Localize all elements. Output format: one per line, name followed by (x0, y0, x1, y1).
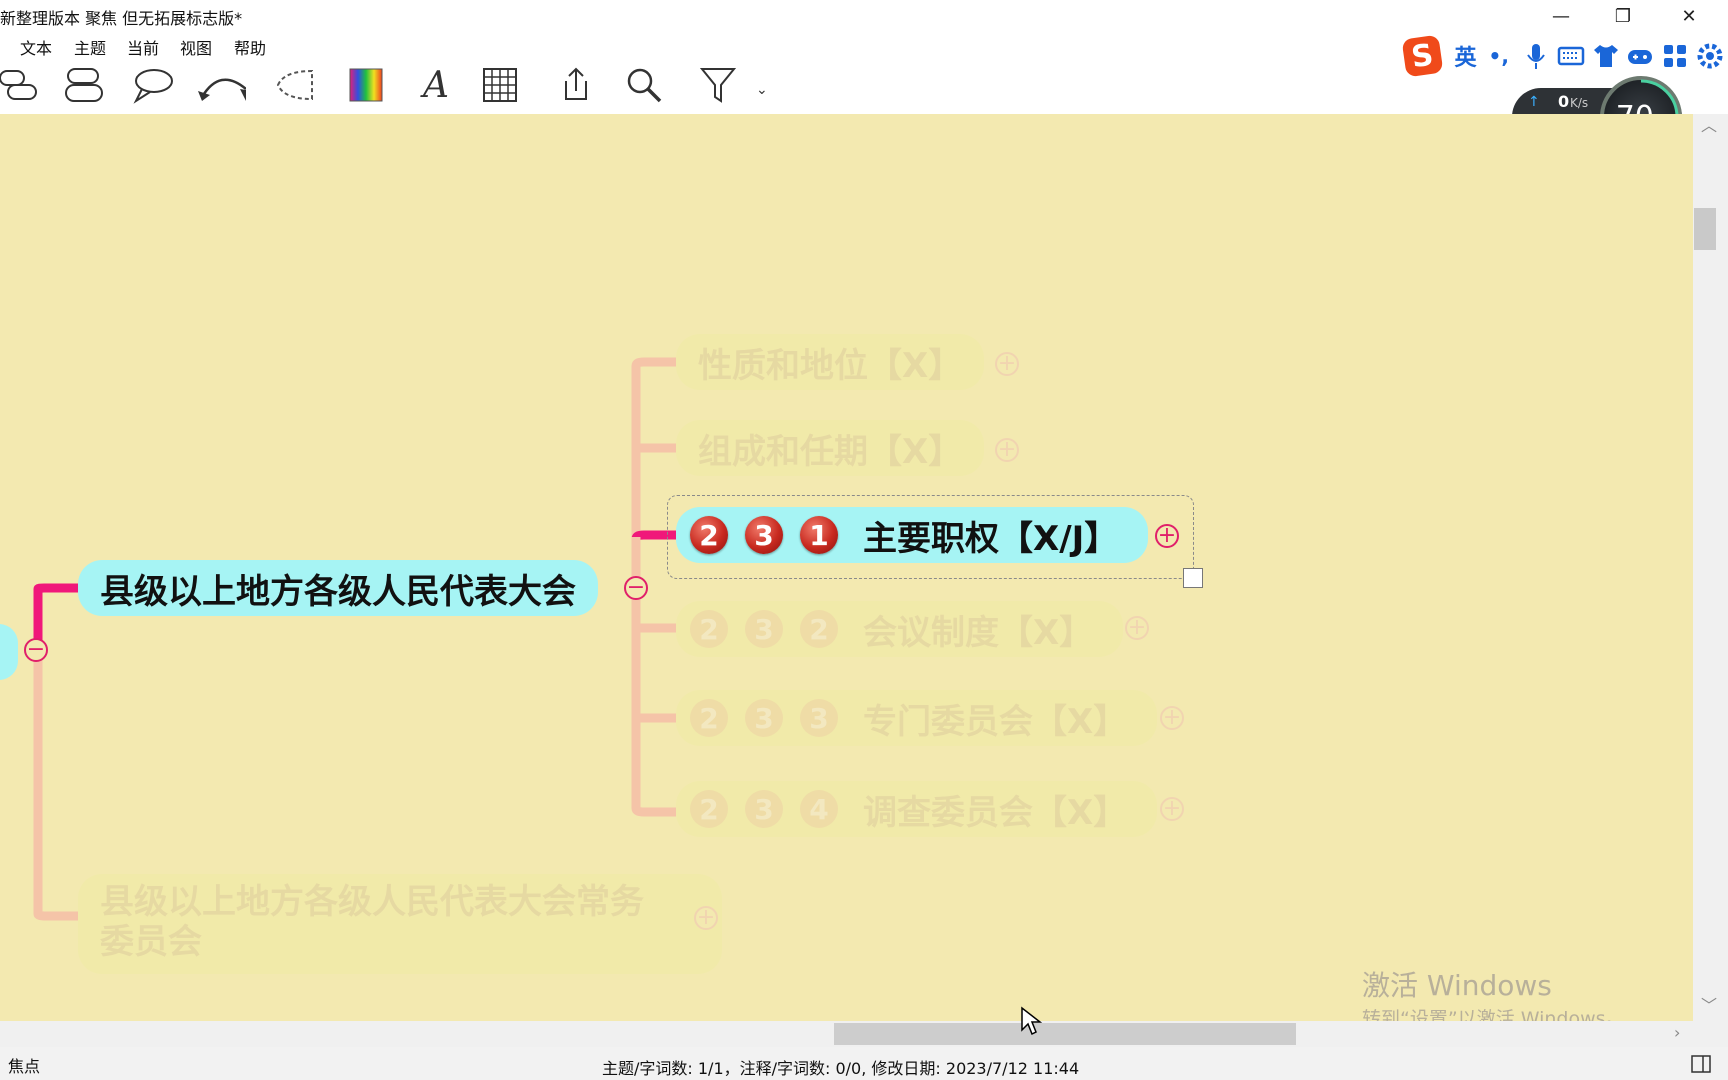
child-topic-label: 会议制度【X】 (863, 612, 1094, 653)
scroll-up-icon[interactable]: ︿ (1701, 112, 1717, 136)
horizontal-scroll-thumb[interactable] (834, 1023, 1296, 1045)
center-topic-label: 县级以上地方各级人民代表大会 (100, 571, 576, 612)
expand-child-button[interactable]: + (1160, 797, 1184, 821)
boundary-icon[interactable] (270, 60, 322, 110)
scroll-right-icon[interactable]: › (1674, 1023, 1680, 1042)
priority-badge-icon: 2 (690, 790, 728, 828)
child-topic-label: 调查委员会【X】 (863, 792, 1128, 833)
child-topic[interactable]: 2 3 2 会议制度【X】 (676, 601, 1124, 657)
priority-badge-icon: 2 (690, 610, 728, 648)
priority-badge-icon: 3 (800, 699, 838, 737)
priority-badge-icon: 2 (800, 610, 838, 648)
export-icon[interactable] (550, 60, 602, 110)
priority-badge-icon: 2 (690, 699, 728, 737)
mindmap-canvas[interactable]: − 县级以上地方各级人民代表大会 − 县级以上地方各级人民代表大会常务委员会 +… (0, 114, 1693, 1021)
status-mode: 焦点 (8, 1057, 41, 1076)
toolbox-icon[interactable] (1660, 41, 1689, 71)
activation-watermark-title: 激活 Windows (1362, 969, 1552, 1002)
filter-icon[interactable] (692, 60, 744, 110)
child-topic-label: 性质和地位【X】 (698, 345, 963, 386)
child-topic[interactable]: 性质和地位【X】 (676, 334, 985, 390)
status-info: 主题/字词数: 1/1，注释/字词数: 0/0, 修改日期: 2023/7/12… (602, 1059, 1080, 1078)
window-title: 新整理版本 聚焦 但无拓展标志版* (0, 9, 243, 28)
expand-child-button[interactable]: + (995, 438, 1019, 462)
vertical-scrollbar[interactable]: ︿ ﹀ (1693, 114, 1728, 1021)
priority-badge-icon: 4 (800, 790, 838, 828)
ime-punct-toggle[interactable]: •, (1489, 44, 1509, 68)
settings-icon[interactable] (1695, 41, 1724, 71)
expand-child-button[interactable]: + (1155, 524, 1179, 548)
collapse-center-button[interactable]: − (624, 576, 648, 600)
scroll-down-icon[interactable]: ﹀ (1701, 992, 1717, 1016)
callout-icon[interactable] (126, 60, 178, 110)
subtopic-shape-icon[interactable] (58, 60, 110, 110)
minimize-button[interactable]: — (1532, 0, 1590, 32)
priority-badge-icon: 3 (745, 790, 783, 828)
priority-badge-icon: 3 (745, 610, 783, 648)
child-topic-label: 专门委员会【X】 (863, 701, 1128, 742)
ime-lang-toggle[interactable]: 英 (1455, 40, 1477, 72)
mouse-cursor-icon (1021, 1006, 1042, 1036)
activation-watermark-hint: 转到“设置”以激活 Windows。 (1362, 1008, 1625, 1021)
skin-icon[interactable] (1591, 41, 1620, 71)
menu-current[interactable]: 当前 (127, 35, 159, 59)
title-bar: 新整理版本 聚焦 但无拓展标志版* — ❐ ✕ (0, 0, 1728, 32)
expand-child-button[interactable]: + (995, 352, 1019, 376)
ime-toolbar: S 英 •, (1401, 34, 1724, 78)
status-bar: 焦点 主题/字词数: 1/1，注释/字词数: 0/0, 修改日期: 2023/7… (0, 1047, 1728, 1080)
microphone-icon[interactable] (1521, 41, 1550, 71)
game-icon[interactable] (1625, 41, 1654, 71)
menu-help[interactable]: 帮助 (234, 35, 266, 59)
search-icon[interactable] (618, 60, 670, 110)
center-topic[interactable]: 县级以上地方各级人民代表大会 (78, 560, 598, 616)
child-topic-label: 组成和任期【X】 (698, 431, 963, 472)
menu-view[interactable]: 视图 (180, 35, 212, 59)
table-icon[interactable] (474, 60, 526, 110)
color-gradient-icon[interactable] (340, 60, 392, 110)
panel-toggle-icon[interactable] (1690, 1053, 1712, 1075)
upload-arrow-icon: ↑ (1528, 94, 1540, 110)
toolbar-overflow-icon[interactable]: ⌄ (756, 82, 768, 98)
close-button[interactable]: ✕ (1660, 0, 1718, 32)
font-icon[interactable]: A (410, 60, 462, 110)
topic-shape-icon[interactable] (0, 60, 46, 110)
vertical-scroll-thumb[interactable] (1694, 208, 1716, 250)
menu-text[interactable]: 文本 (20, 35, 52, 59)
selection-frame (667, 495, 1194, 579)
relationship-icon[interactable] (194, 60, 246, 110)
upload-unit: K/s (1570, 96, 1589, 110)
expand-child-button[interactable]: + (1125, 616, 1149, 640)
sibling-topic[interactable]: 县级以上地方各级人民代表大会常务委员会 (78, 874, 722, 974)
upload-speed: 0 (1558, 92, 1570, 111)
child-topic[interactable]: 2 3 3 专门委员会【X】 (676, 690, 1158, 746)
child-topic[interactable]: 组成和任期【X】 (676, 420, 985, 476)
menu-topic[interactable]: 主题 (74, 35, 106, 59)
keyboard-icon[interactable] (1556, 41, 1585, 71)
resize-handle[interactable] (1183, 568, 1203, 588)
expand-child-button[interactable]: + (1160, 706, 1184, 730)
ime-logo-icon[interactable]: S (1401, 34, 1443, 78)
collapse-root-button[interactable]: − (24, 638, 48, 662)
child-topic[interactable]: 2 3 4 调查委员会【X】 (676, 781, 1158, 837)
expand-sibling-button[interactable]: + (694, 906, 718, 930)
restore-button[interactable]: ❐ (1594, 0, 1652, 32)
priority-badge-icon: 3 (745, 699, 783, 737)
sibling-topic-label: 县级以上地方各级人民代表大会常务委员会 (100, 882, 644, 962)
